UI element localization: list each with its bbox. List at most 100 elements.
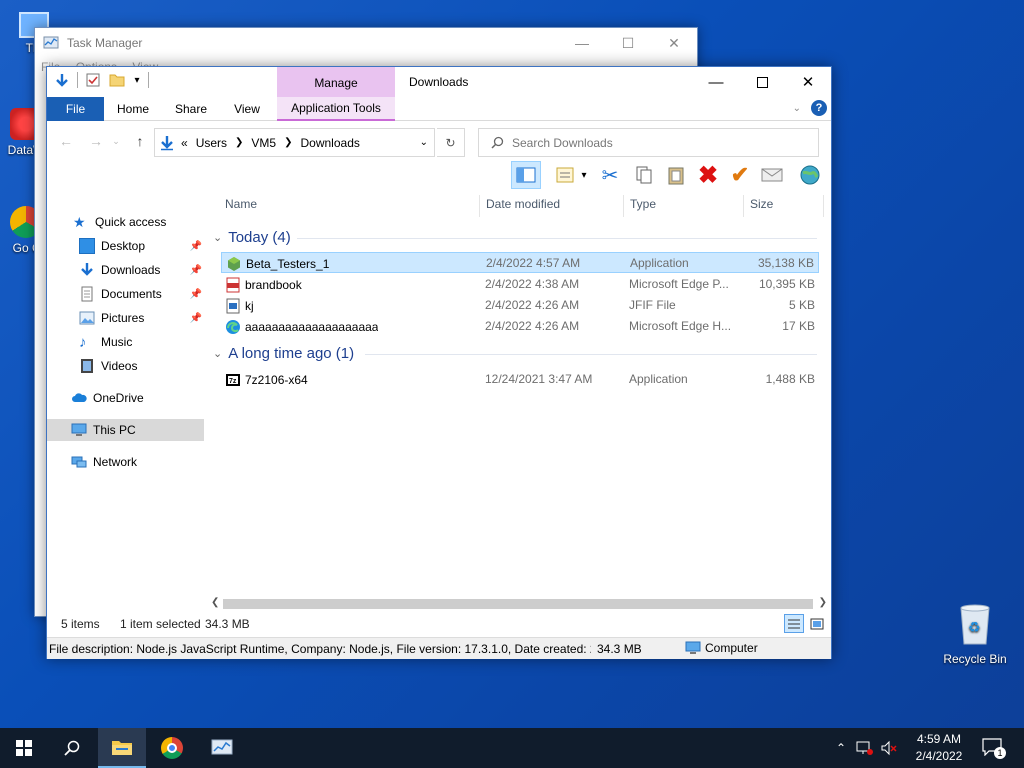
group-header-long-time-ago[interactable]: ⌄ A long time ago (1) (213, 343, 354, 363)
nav-pictures[interactable]: Pictures 📌 (79, 307, 204, 329)
recent-locations-icon[interactable]: ⌄ (109, 130, 123, 152)
copy-icon[interactable] (629, 161, 659, 189)
scroll-left-icon[interactable]: ❮ (211, 597, 219, 608)
ribbon-right-controls: ⌄ ? (793, 100, 827, 116)
nav-downloads[interactable]: Downloads 📌 (79, 259, 204, 281)
back-arrow-icon[interactable]: ← (55, 130, 77, 152)
separator (148, 72, 149, 88)
tab-application-tools[interactable]: Application Tools (277, 97, 395, 121)
music-icon: ♪ (79, 334, 87, 351)
breadcrumb-downloads[interactable]: Downloads (301, 136, 360, 150)
column-divider[interactable] (823, 195, 824, 217)
horizontal-scrollbar[interactable]: ❮ ❯ (207, 597, 831, 611)
table-row[interactable]: 7z 7z2106-x64 12/24/2021 3:47 AM Applicat… (221, 369, 819, 390)
pin-icon[interactable]: 📌 (190, 289, 202, 300)
minimize-icon[interactable]: — (559, 28, 605, 58)
details-view-icon[interactable] (784, 614, 804, 633)
scrollbar-thumb[interactable] (223, 599, 813, 609)
nav-documents[interactable]: Documents 📌 (79, 283, 204, 305)
file-explorer-window[interactable]: ▾ Manage Downloads — ✕ File Home Share V… (46, 66, 832, 659)
breadcrumb-overflow[interactable]: « (181, 136, 188, 150)
globe-icon[interactable] (795, 161, 825, 189)
nav-videos[interactable]: Videos (79, 355, 204, 377)
change-view-icon[interactable] (550, 161, 580, 189)
email-icon[interactable] (757, 161, 787, 189)
view-dropdown-icon[interactable]: ▾ (577, 161, 591, 189)
column-header-name[interactable]: Name (225, 197, 257, 217)
group-header-today[interactable]: ⌄ Today (4) (213, 227, 291, 247)
breadcrumb-separator: ❯ (235, 137, 244, 148)
notification-count: 1 (994, 747, 1006, 759)
address-dropdown-icon[interactable]: ⌄ (420, 137, 428, 148)
large-icons-view-icon[interactable] (808, 615, 826, 632)
nav-network[interactable]: Network (71, 451, 228, 473)
quick-access-toolbar: ▾ (53, 71, 149, 89)
breadcrumb-users[interactable]: Users (196, 136, 227, 150)
table-row[interactable]: brandbook 2/4/2022 4:38 AM Microsoft Edg… (221, 274, 819, 295)
ribbon-tabs: File Home Share View Application Tools ⌄… (47, 97, 831, 121)
status-bar: 5 items 1 item selected 34.3 MB (47, 613, 831, 635)
column-divider[interactable] (479, 195, 480, 217)
nav-desktop[interactable]: Desktop 📌 (79, 235, 204, 257)
search-input[interactable]: Search Downloads (478, 128, 819, 157)
table-row[interactable]: Beta_Testers_1 2/4/2022 4:57 AM Applicat… (221, 252, 819, 273)
explorer-titlebar[interactable]: ▾ Manage Downloads — ✕ (47, 67, 831, 99)
nav-this-pc[interactable]: This PC (47, 419, 204, 441)
pin-icon[interactable]: 📌 (190, 265, 202, 276)
downloads-icon (81, 263, 93, 276)
up-arrow-icon[interactable]: ↑ (129, 130, 151, 152)
pin-icon[interactable]: 📌 (190, 241, 202, 252)
column-header-date-modified[interactable]: Date modified (486, 197, 560, 217)
table-row[interactable]: aaaaaaaaaaaaaaaaaaaa 2/4/2022 4:26 AM Mi… (221, 316, 819, 337)
cut-icon[interactable]: ✂ (595, 161, 625, 189)
minimize-icon[interactable]: — (693, 67, 739, 97)
column-divider[interactable] (623, 195, 624, 217)
delete-icon[interactable]: ✖ (693, 161, 723, 189)
search-icon[interactable] (48, 728, 96, 768)
nav-quick-access[interactable]: ★ Quick access (73, 211, 230, 233)
nav-music[interactable]: ♪ Music (79, 331, 204, 353)
close-icon[interactable]: ✕ (785, 67, 831, 97)
column-header-type[interactable]: Type (630, 197, 656, 217)
tab-home[interactable]: Home (107, 97, 159, 121)
file-size: 5 KB (788, 298, 815, 312)
tab-view[interactable]: View (223, 97, 271, 121)
tab-file[interactable]: File (47, 97, 104, 121)
close-icon[interactable]: ✕ (651, 28, 697, 58)
file-type: Microsoft Edge P... (629, 277, 729, 291)
table-row[interactable]: kj 2/4/2022 4:26 AM JFIF File 5 KB (221, 295, 819, 316)
expand-ribbon-icon[interactable]: ⌄ (793, 103, 801, 114)
desktop-icon-recycle-bin[interactable]: ♻ Recycle Bin (940, 602, 1010, 666)
scroll-right-icon[interactable]: ❯ (819, 597, 827, 608)
network-icon[interactable] (856, 740, 874, 756)
file-explorer-taskbar-icon[interactable] (98, 728, 146, 768)
notification-center[interactable]: 1 (982, 738, 1006, 759)
nav-onedrive[interactable]: OneDrive (71, 387, 228, 409)
start-windows-icon[interactable] (0, 728, 48, 768)
column-header-size[interactable]: Size (750, 197, 773, 217)
chrome-taskbar-icon[interactable] (148, 728, 196, 768)
new-folder-icon[interactable] (108, 71, 126, 89)
maximize-icon[interactable]: ☐ (605, 28, 651, 58)
pin-icon[interactable]: 📌 (190, 313, 202, 324)
refresh-icon[interactable]: ↻ (437, 128, 465, 157)
volume-muted-icon[interactable] (880, 740, 898, 756)
forward-arrow-icon[interactable]: → (85, 130, 107, 152)
customize-dropdown-icon[interactable]: ▾ (132, 71, 142, 89)
show-hidden-icons-icon[interactable]: ⌃ (836, 741, 846, 755)
breadcrumb-vm5[interactable]: VM5 (251, 136, 276, 150)
properties-icon[interactable] (84, 71, 102, 89)
column-divider[interactable] (743, 195, 744, 217)
help-icon[interactable]: ? (811, 100, 827, 116)
file-description: File description: Node.js JavaScript Run… (49, 642, 591, 656)
preview-pane-icon[interactable] (511, 161, 541, 189)
paste-icon[interactable] (661, 161, 691, 189)
rename-check-icon[interactable]: ✔ (725, 161, 755, 189)
tab-share[interactable]: Share (167, 97, 215, 121)
maximize-icon[interactable] (739, 67, 785, 97)
taskbar-clock[interactable]: 4:59 AM 2/4/2022 (904, 731, 974, 765)
down-arrow-icon[interactable] (53, 71, 71, 89)
nav-label: Pictures (101, 311, 145, 325)
task-manager-taskbar-icon[interactable] (198, 728, 246, 768)
address-bar[interactable]: « Users ❯ VM5 ❯ Downloads ⌄ (154, 128, 435, 157)
